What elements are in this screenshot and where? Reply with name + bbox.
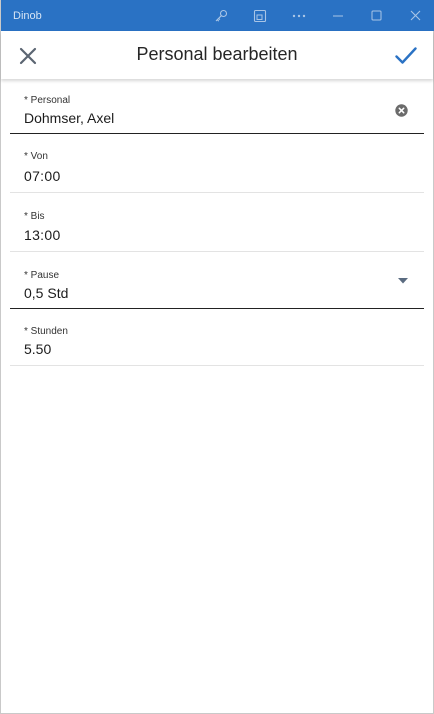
checkmark-icon xyxy=(395,47,417,64)
maximize-icon[interactable] xyxy=(357,0,396,31)
caret-down-icon xyxy=(398,278,408,284)
minimize-icon[interactable] xyxy=(318,0,357,31)
von-value[interactable]: 07:00 xyxy=(24,168,61,184)
window-titlebar: Dinob xyxy=(1,0,434,31)
pause-value[interactable]: 0,5 Std xyxy=(24,285,68,301)
pause-field[interactable]: * Pause 0,5 Std xyxy=(10,252,424,309)
app-window-icon[interactable] xyxy=(240,0,279,31)
bis-value[interactable]: 13:00 xyxy=(24,227,61,243)
page-title: Personal bearbeiten xyxy=(136,44,298,64)
close-window-icon[interactable] xyxy=(396,0,434,31)
app-window: Dinob Personal bearbeiten * Personal Doh… xyxy=(0,0,434,714)
titlebar-controls xyxy=(201,0,434,31)
save-button[interactable] xyxy=(392,42,420,70)
personal-value[interactable]: Dohmser, Axel xyxy=(24,110,114,126)
bis-label: * Bis xyxy=(24,211,45,222)
von-label: * Von xyxy=(24,151,48,162)
stunden-value[interactable]: 5.50 xyxy=(24,341,51,357)
clear-button[interactable] xyxy=(394,103,408,117)
stunden-field[interactable]: * Stunden 5.50 xyxy=(10,309,424,366)
personal-label: * Personal xyxy=(24,95,71,106)
von-field[interactable]: * Von 07:00 xyxy=(10,134,424,193)
bis-field[interactable]: * Bis 13:00 xyxy=(10,193,424,252)
app-bar: Personal bearbeiten xyxy=(1,31,433,79)
more-icon[interactable] xyxy=(279,0,318,31)
clear-circle-icon xyxy=(394,103,408,117)
stunden-label: * Stunden xyxy=(24,326,68,337)
pause-label: * Pause xyxy=(24,270,60,281)
app-name: Dinob xyxy=(13,9,42,22)
pause-dropdown-button[interactable] xyxy=(396,276,410,286)
edit-form: * Personal Dohmser, Axel * Von 07:00 * B… xyxy=(1,80,433,366)
personal-field[interactable]: * Personal Dohmser, Axel xyxy=(10,80,424,134)
key-icon[interactable] xyxy=(201,0,240,31)
